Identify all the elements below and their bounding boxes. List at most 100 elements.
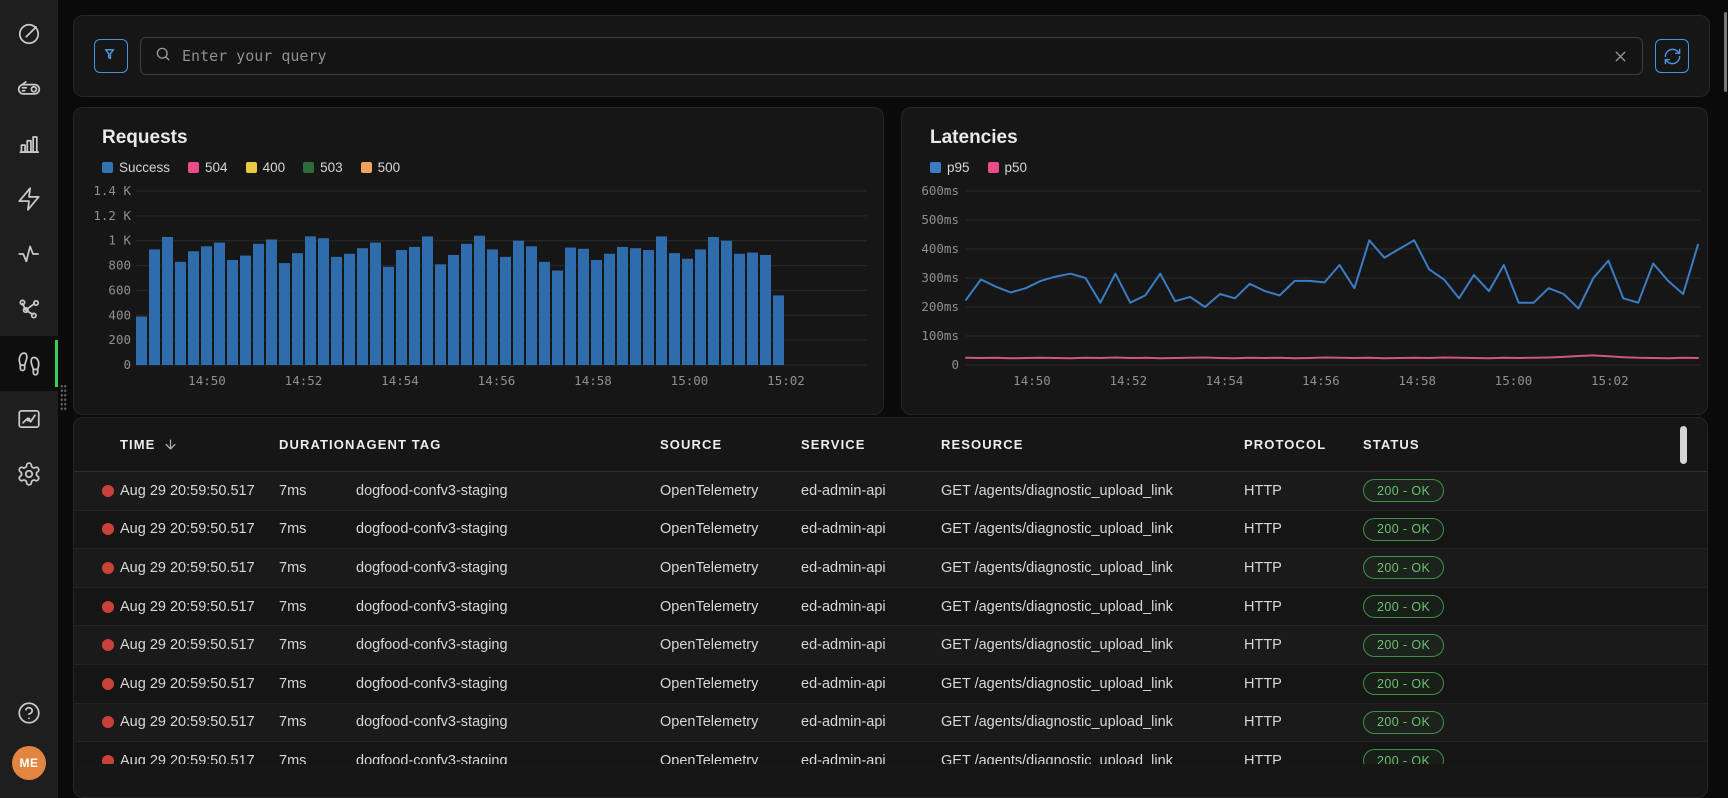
svg-text:300ms: 300ms — [921, 270, 959, 285]
column-header-service[interactable]: SERVICE — [801, 437, 941, 452]
status-badge: 200 - OK — [1363, 749, 1444, 764]
column-label: DURATION — [279, 437, 355, 452]
bar-success — [318, 238, 329, 365]
status-badge: 200 - OK — [1363, 711, 1444, 734]
query-bar — [73, 15, 1710, 97]
gauge-icon — [16, 21, 42, 47]
table-row[interactable]: Aug 29 20:59:50.5177msdogfood-confv3-sta… — [74, 472, 1707, 511]
column-header-resource[interactable]: RESOURCE — [941, 437, 1244, 452]
bar-success — [708, 237, 719, 365]
bar-success — [279, 263, 290, 365]
requests-bar-chart[interactable]: 02004006008001 K1.2 K1.4 K14:5014:5214:5… — [74, 183, 883, 397]
cell-resource: GET /agents/diagnostic_upload_link — [941, 753, 1244, 764]
help-button[interactable] — [16, 700, 42, 726]
table-scrollbar-thumb[interactable] — [1680, 426, 1687, 464]
legend-label: p50 — [1005, 160, 1028, 175]
column-header-time[interactable]: TIME — [120, 437, 279, 452]
legend-item-500[interactable]: 500 — [361, 160, 401, 175]
status-badge: 200 - OK — [1363, 672, 1444, 695]
legend-swatch — [930, 162, 941, 173]
legend-item-p95[interactable]: p95 — [930, 160, 970, 175]
sidebar-item-lightning[interactable] — [0, 171, 58, 226]
sidebar-item-footprints[interactable] — [0, 336, 58, 391]
svg-text:500ms: 500ms — [921, 212, 959, 227]
bar-success — [201, 246, 212, 365]
main-content: Requests Success504400503500 02004006008… — [58, 0, 1728, 798]
sort-down-icon[interactable] — [163, 437, 178, 452]
svg-text:14:50: 14:50 — [1013, 373, 1051, 388]
table-row[interactable]: Aug 29 20:59:50.5177msdogfood-confv3-sta… — [74, 742, 1707, 764]
sidebar-item-bar-chart[interactable] — [0, 116, 58, 171]
table-row[interactable]: Aug 29 20:59:50.5177msdogfood-confv3-sta… — [74, 665, 1707, 704]
column-header-duration[interactable]: DURATION — [279, 437, 356, 452]
latencies-panel: Latencies p95 p50 0100ms200ms300ms400ms50… — [901, 107, 1708, 415]
bar-success — [357, 248, 368, 365]
svg-text:1.4 K: 1.4 K — [93, 183, 131, 198]
sidebar-resize-handle[interactable] — [60, 384, 67, 412]
latencies-legend: p95 p50 — [930, 160, 1027, 175]
bar-success — [422, 236, 433, 365]
table-row[interactable]: Aug 29 20:59:50.5177msdogfood-confv3-sta… — [74, 511, 1707, 550]
sidebar-item-activity[interactable] — [0, 226, 58, 281]
status-dot — [102, 562, 114, 574]
refresh-button[interactable] — [1655, 39, 1689, 73]
cell-service: ed-admin-api — [801, 483, 941, 499]
clear-icon — [1612, 48, 1629, 65]
cell-duration: 7ms — [279, 521, 356, 537]
cell-agent-tag: dogfood-confv3-staging — [356, 714, 660, 730]
bar-success — [630, 248, 641, 365]
cell-duration: 7ms — [279, 637, 356, 653]
sidebar-item-image-chart[interactable] — [0, 391, 58, 446]
avatar[interactable]: ME — [12, 746, 46, 780]
latencies-title: Latencies — [930, 127, 1018, 149]
sidebar-item-logs[interactable] — [0, 61, 58, 116]
clear-icon[interactable] — [1612, 48, 1629, 65]
svg-text:100ms: 100ms — [921, 328, 959, 343]
svg-text:14:52: 14:52 — [285, 373, 323, 388]
legend-item-503[interactable]: 503 — [303, 160, 343, 175]
bar-chart-icon — [16, 131, 42, 157]
bar-success — [474, 236, 485, 365]
bar-success — [292, 253, 303, 365]
column-header-source[interactable]: SOURCE — [660, 437, 801, 452]
table-row[interactable]: Aug 29 20:59:50.5177msdogfood-confv3-sta… — [74, 626, 1707, 665]
legend-item-400[interactable]: 400 — [246, 160, 286, 175]
cell-time: Aug 29 20:59:50.517 — [120, 753, 279, 764]
legend-item-Success[interactable]: Success — [102, 160, 170, 175]
status-badge: 200 - OK — [1363, 634, 1444, 657]
sidebar-item-gauge[interactable] — [0, 6, 58, 61]
legend-label: 500 — [378, 160, 401, 175]
bar-success — [162, 237, 173, 365]
cell-source: OpenTelemetry — [660, 637, 801, 653]
query-input[interactable] — [182, 47, 1602, 65]
cell-duration: 7ms — [279, 714, 356, 730]
bar-success — [435, 264, 446, 365]
page-scrollbar-thumb[interactable] — [1724, 12, 1727, 92]
cell-time: Aug 29 20:59:50.517 — [120, 676, 279, 692]
legend-swatch — [361, 162, 372, 173]
legend-item-504[interactable]: 504 — [188, 160, 228, 175]
table-row[interactable]: Aug 29 20:59:50.5177msdogfood-confv3-sta… — [74, 588, 1707, 627]
table-row[interactable]: Aug 29 20:59:50.5177msdogfood-confv3-sta… — [74, 704, 1707, 743]
legend-label: p95 — [947, 160, 970, 175]
column-header-agent-tag[interactable]: AGENT TAG — [356, 437, 660, 452]
bar-success — [513, 241, 524, 365]
status-dot — [102, 485, 114, 497]
cell-source: OpenTelemetry — [660, 599, 801, 615]
sidebar-item-service-map[interactable] — [0, 281, 58, 336]
latencies-line-chart[interactable]: 0100ms200ms300ms400ms500ms600ms14:5014:5… — [902, 183, 1707, 397]
bar-success — [773, 295, 784, 365]
column-label: SERVICE — [801, 437, 866, 452]
legend-swatch — [303, 162, 314, 173]
table-row[interactable]: Aug 29 20:59:50.5177msdogfood-confv3-sta… — [74, 549, 1707, 588]
column-header-protocol[interactable]: PROTOCOL — [1244, 437, 1363, 452]
legend-item-p50[interactable]: p50 — [988, 160, 1028, 175]
filter-button[interactable] — [94, 39, 128, 73]
cell-protocol: HTTP — [1244, 714, 1363, 730]
bar-success — [396, 250, 407, 365]
column-header-status[interactable]: STATUS — [1363, 437, 1683, 452]
sidebar-item-gear[interactable] — [0, 446, 58, 501]
svg-text:15:00: 15:00 — [671, 373, 709, 388]
bar-success — [305, 236, 316, 365]
status-dot — [102, 639, 114, 651]
